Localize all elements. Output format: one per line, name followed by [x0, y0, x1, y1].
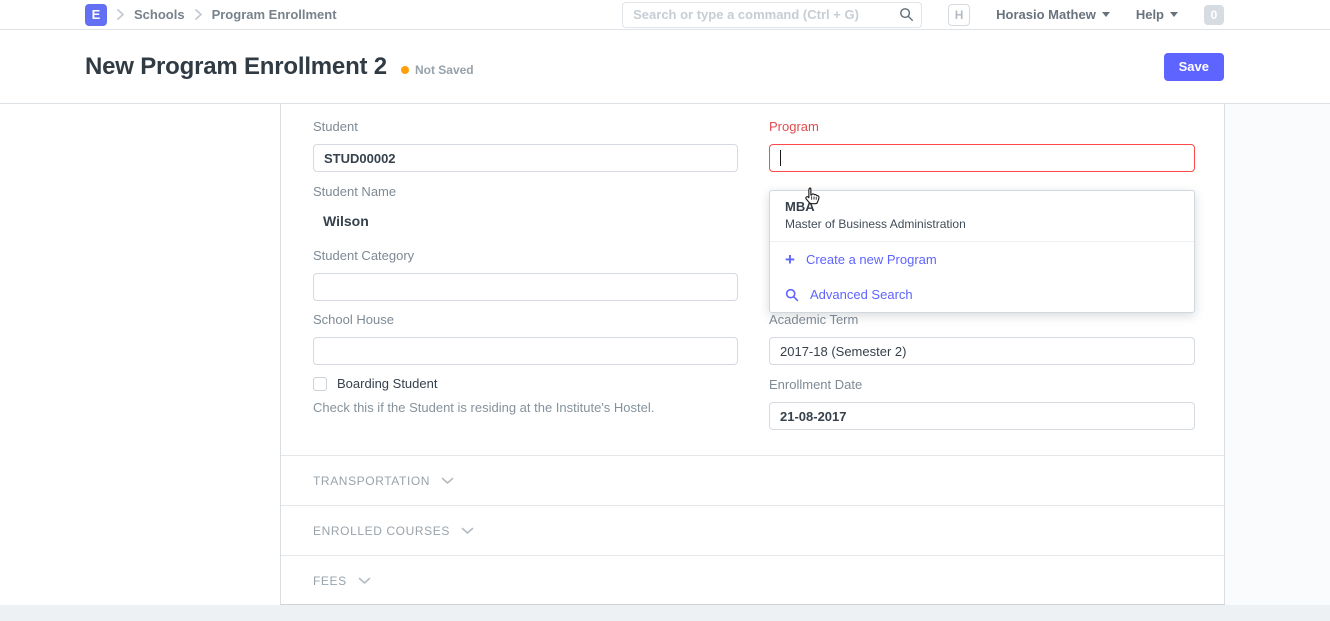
advanced-search-label: Advanced Search — [810, 287, 913, 302]
breadcrumb-doctype[interactable]: Program Enrollment — [212, 7, 337, 22]
collapsed-sections: TRANSPORTATION ENROLLED COURSES FEES — [281, 455, 1224, 605]
caret-down-icon — [1102, 12, 1110, 17]
navbar: E Schools Program Enrollment H Horasio M… — [0, 0, 1330, 30]
navbar-right: H Horasio Mathew Help 0 — [622, 2, 1224, 28]
student-label: Student — [313, 118, 738, 135]
field-program: Program MBA Master of Business Administr… — [769, 118, 1195, 172]
page-title: New Program Enrollment 2 — [85, 53, 387, 81]
academic-term-input[interactable] — [769, 337, 1195, 365]
help-menu[interactable]: Help — [1136, 7, 1178, 22]
user-avatar[interactable]: H — [948, 4, 970, 26]
enrollment-date-input[interactable] — [769, 402, 1195, 430]
program-option-mba[interactable]: MBA Master of Business Administration — [770, 191, 1194, 242]
notifications-badge[interactable]: 0 — [1204, 5, 1224, 25]
field-boarding-student: Boarding Student Check this if the Stude… — [313, 376, 738, 415]
breadcrumb-module[interactable]: Schools — [134, 7, 185, 22]
app-window: E Schools Program Enrollment H Horasio M… — [0, 0, 1330, 621]
section-label: TRANSPORTATION — [313, 474, 430, 488]
caret-down-icon — [1170, 12, 1178, 17]
advanced-search-item[interactable]: Advanced Search — [770, 277, 1194, 312]
program-dropdown: MBA Master of Business Administration + … — [769, 190, 1195, 313]
boarding-student-label: Boarding Student — [337, 376, 437, 391]
section-label: ENROLLED COURSES — [313, 524, 450, 538]
search-icon[interactable] — [899, 7, 914, 27]
page-head: New Program Enrollment 2 Not Saved Save — [0, 30, 1330, 104]
chevron-right-icon — [194, 9, 203, 20]
section-enrolled-courses[interactable]: ENROLLED COURSES — [281, 505, 1224, 555]
field-student: Student — [313, 118, 738, 172]
save-button[interactable]: Save — [1164, 53, 1224, 81]
create-new-program-item[interactable]: + Create a new Program — [770, 242, 1194, 277]
help-menu-label: Help — [1136, 7, 1164, 22]
section-label: FEES — [313, 574, 347, 588]
chevron-down-icon — [461, 527, 474, 535]
global-search-input[interactable] — [622, 2, 922, 28]
student-input[interactable] — [313, 144, 738, 172]
plus-icon: + — [785, 253, 795, 267]
student-name-label: Student Name — [313, 183, 738, 200]
status-dot-icon — [401, 66, 409, 74]
school-house-input[interactable] — [313, 337, 738, 365]
field-academic-term: Academic Term — [769, 311, 1195, 365]
boarding-student-description: Check this if the Student is residing at… — [313, 400, 738, 415]
user-menu-label: Horasio Mathew — [996, 7, 1096, 22]
status-text: Not Saved — [415, 63, 474, 77]
chevron-down-icon — [441, 477, 454, 485]
field-enrollment-date: Enrollment Date — [769, 376, 1195, 430]
school-house-label: School House — [313, 311, 738, 328]
create-new-program-label: Create a new Program — [806, 252, 937, 267]
section-fees[interactable]: FEES — [281, 555, 1224, 605]
chevron-right-icon — [116, 9, 125, 20]
status-indicator: Not Saved — [401, 63, 474, 77]
program-label: Program — [769, 118, 1195, 135]
page-background-bottom — [0, 605, 1330, 621]
user-menu[interactable]: Horasio Mathew — [996, 7, 1110, 22]
student-category-label: Student Category — [313, 247, 738, 264]
academic-term-label: Academic Term — [769, 311, 1195, 328]
search-icon — [785, 288, 799, 302]
text-caret — [780, 150, 781, 166]
field-student-name: Student Name Wilson — [313, 183, 738, 229]
program-input[interactable] — [769, 144, 1195, 172]
global-search — [622, 2, 922, 28]
section-transportation[interactable]: TRANSPORTATION — [281, 455, 1224, 505]
student-category-input[interactable] — [313, 273, 738, 301]
program-option-title: MBA — [785, 199, 1179, 215]
checkbox-unchecked-icon[interactable] — [313, 377, 327, 391]
chevron-down-icon — [358, 577, 371, 585]
page-background — [1225, 104, 1330, 605]
app-logo[interactable]: E — [85, 4, 107, 26]
form-body: Student Student Name Wilson Student Cate… — [280, 104, 1225, 605]
field-school-house: School House — [313, 311, 738, 365]
program-option-subtitle: Master of Business Administration — [785, 217, 1179, 232]
field-student-category: Student Category — [313, 247, 738, 301]
student-name-value: Wilson — [313, 209, 738, 229]
boarding-student-checkbox-row[interactable]: Boarding Student — [313, 376, 738, 391]
enrollment-date-label: Enrollment Date — [769, 376, 1195, 393]
